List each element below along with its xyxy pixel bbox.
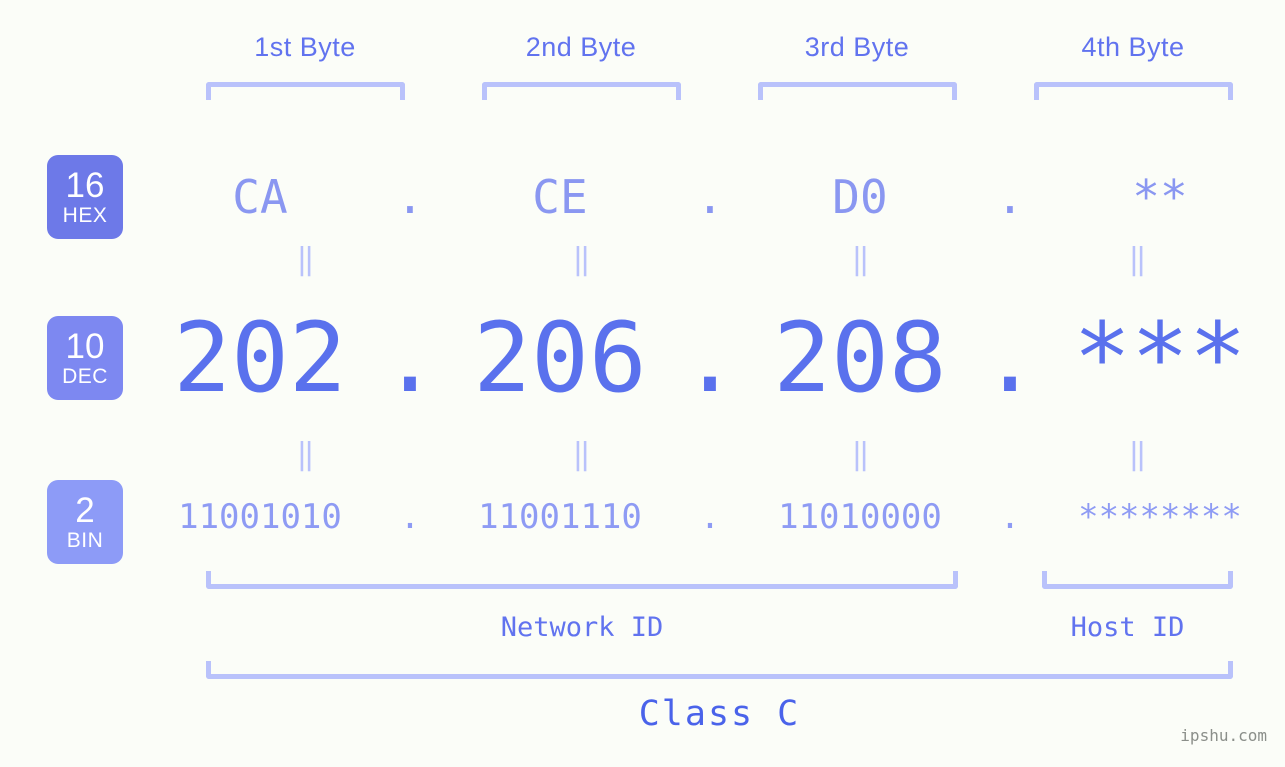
equality-connector-dec-bin-1: ‖ <box>296 437 314 472</box>
bin-separator-3: . <box>999 497 1021 537</box>
bin-byte-1: 11001010 <box>178 497 342 537</box>
radix-badge-bin-name: BIN <box>66 529 104 552</box>
dec-byte-1: 202 <box>173 302 347 414</box>
class-label: Class C <box>638 694 801 734</box>
dec-byte-2: 206 <box>473 302 647 414</box>
dec-byte-3: 208 <box>773 302 947 414</box>
equality-connector-dec-bin-3: ‖ <box>851 437 869 472</box>
byte-bracket-top-1 <box>206 82 405 100</box>
bin-byte-2: 11001110 <box>478 497 642 537</box>
dec-separator-2: . <box>681 302 739 414</box>
dec-separator-1: . <box>381 302 439 414</box>
equality-connector-dec-bin-4: ‖ <box>1128 437 1146 472</box>
radix-badge-dec-name: DEC <box>62 365 108 388</box>
hex-byte-1: CA <box>232 170 288 224</box>
radix-badge-bin: 2 BIN <box>47 480 123 564</box>
equality-connector-hex-dec-3: ‖ <box>851 242 869 277</box>
hex-byte-2: CE <box>532 170 588 224</box>
host-id-label: Host ID <box>1070 612 1185 643</box>
equality-connector-hex-dec-2: ‖ <box>572 242 590 277</box>
byte-bracket-top-3 <box>758 82 957 100</box>
dec-value-row: 202 . 206 . 208 . *** <box>160 300 1265 416</box>
site-watermark: ipshu.com <box>1180 726 1267 745</box>
hex-byte-3: D0 <box>832 170 888 224</box>
bin-byte-3: 11010000 <box>778 497 942 537</box>
radix-badge-bin-number: 2 <box>75 491 95 530</box>
host-id-bracket <box>1042 571 1233 589</box>
radix-badge-hex-number: 16 <box>65 166 105 205</box>
bin-separator-1: . <box>399 497 421 537</box>
radix-badge-dec: 10 DEC <box>47 316 123 400</box>
dec-separator-3: . <box>981 302 1039 414</box>
byte-header-4: 4th Byte <box>1081 32 1185 62</box>
network-id-bracket <box>206 571 958 589</box>
bin-separator-2: . <box>699 497 721 537</box>
radix-badge-hex-name: HEX <box>62 204 108 227</box>
byte-bracket-top-4 <box>1034 82 1233 100</box>
hex-byte-4: ** <box>1132 170 1188 224</box>
class-bracket <box>206 661 1233 679</box>
bin-value-row: 11001010 . 11001110 . 11010000 . *******… <box>160 492 1265 542</box>
radix-badge-hex: 16 HEX <box>47 155 123 239</box>
hex-value-row: CA . CE . D0 . ** <box>160 155 1265 239</box>
byte-header-3: 3rd Byte <box>804 32 910 62</box>
equality-connector-hex-dec-1: ‖ <box>296 242 314 277</box>
ip-address-breakdown-diagram: 1st Byte 2nd Byte 3rd Byte 4th Byte 16 H… <box>0 0 1285 767</box>
equality-connector-dec-bin-2: ‖ <box>572 437 590 472</box>
byte-header-2: 2nd Byte <box>525 32 637 62</box>
radix-badge-dec-number: 10 <box>65 327 105 366</box>
dec-byte-4: *** <box>1073 302 1247 414</box>
byte-bracket-top-2 <box>482 82 681 100</box>
hex-separator-3: . <box>996 170 1024 224</box>
byte-header-1: 1st Byte <box>254 32 356 62</box>
network-id-label: Network ID <box>500 612 664 643</box>
equality-connector-hex-dec-4: ‖ <box>1128 242 1146 277</box>
hex-separator-2: . <box>696 170 724 224</box>
hex-separator-1: . <box>396 170 424 224</box>
bin-byte-4: ******** <box>1078 497 1242 537</box>
